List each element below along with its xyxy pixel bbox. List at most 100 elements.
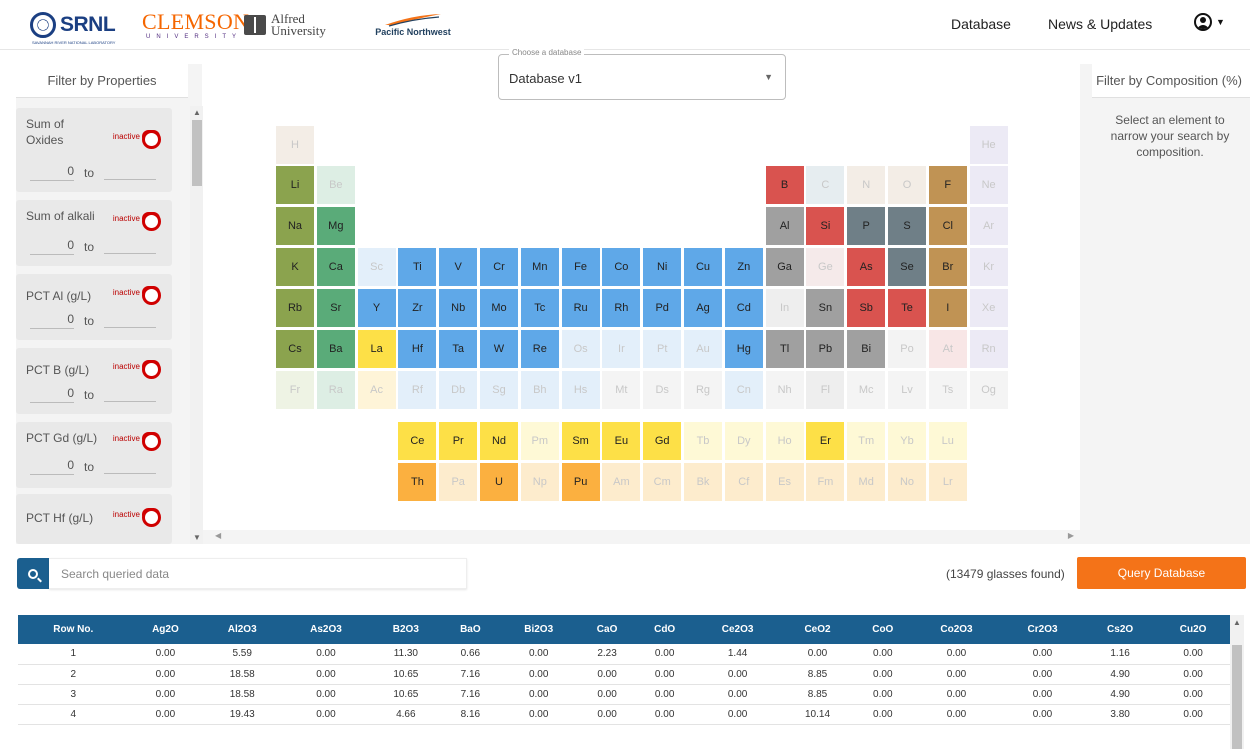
element-fe[interactable]: Fe xyxy=(560,247,601,287)
srnl-logo[interactable]: SRNL SAVANNAH RIVER NATIONAL LABORATORY xyxy=(30,8,128,45)
table-row[interactable]: 4 0.00 19.43 0.00 4.66 8.16 0.00 0.00 0.00 0.00 10… xyxy=(18,704,1230,725)
range-max-input[interactable] xyxy=(104,165,157,180)
element-zr[interactable]: Zr xyxy=(397,288,438,328)
element-ce[interactable]: Ce xyxy=(397,421,438,461)
element-pm[interactable]: Pm xyxy=(519,421,560,461)
column-header[interactable]: Ce2O3 xyxy=(693,615,782,644)
element-fr[interactable]: Fr xyxy=(275,370,315,410)
element-ra[interactable]: Ra xyxy=(315,370,356,410)
element-mn[interactable]: Mn xyxy=(519,247,560,287)
periodic-table-hscrollbar[interactable]: ◀ ▶ xyxy=(203,530,1080,544)
element-u[interactable]: U xyxy=(479,462,519,502)
element-cn[interactable]: Cn xyxy=(723,370,764,410)
element-ds[interactable]: Ds xyxy=(642,370,683,410)
column-header[interactable]: Row No. xyxy=(18,615,129,644)
element-mt[interactable]: Mt xyxy=(601,370,642,410)
element-hs[interactable]: Hs xyxy=(560,370,601,410)
column-header[interactable]: CeO2 xyxy=(781,615,854,644)
range-min-input[interactable]: 0 xyxy=(30,164,74,181)
element-au[interactable]: Au xyxy=(683,329,723,369)
range-max-input[interactable] xyxy=(104,239,157,254)
element-gd[interactable]: Gd xyxy=(642,421,683,461)
clemson-logo[interactable]: CLEMSON UNIVERSITY xyxy=(142,8,249,42)
element-er[interactable]: Er xyxy=(805,421,846,461)
element-p[interactable]: P xyxy=(846,206,887,246)
element-md[interactable]: Md xyxy=(846,462,887,502)
alfred-logo[interactable]: Alfred University xyxy=(244,8,340,42)
scroll-down-arrow-icon[interactable]: ▼ xyxy=(193,533,201,542)
column-header[interactable]: Cr2O3 xyxy=(1001,615,1084,644)
scrollbar-thumb[interactable] xyxy=(192,120,202,186)
element-nd[interactable]: Nd xyxy=(479,421,519,461)
element-h[interactable]: H xyxy=(275,125,315,165)
range-min-input[interactable]: 0 xyxy=(30,386,74,403)
element-fl[interactable]: Fl xyxy=(805,370,846,410)
element-ta[interactable]: Ta xyxy=(438,329,479,369)
column-header[interactable]: CaO xyxy=(578,615,636,644)
element-tc[interactable]: Tc xyxy=(519,288,560,328)
filter-toggle[interactable]: inactive xyxy=(113,130,161,149)
element-pu[interactable]: Pu xyxy=(560,462,601,502)
element-sn[interactable]: Sn xyxy=(805,288,846,328)
column-header[interactable]: Co2O3 xyxy=(911,615,1002,644)
element-b[interactable]: B xyxy=(764,165,805,205)
element-k[interactable]: K xyxy=(275,247,315,287)
table-row[interactable]: 1 0.00 5.59 0.00 11.30 0.66 0.00 2.23 0.00 1.44 0.… xyxy=(18,644,1230,665)
element-sr[interactable]: Sr xyxy=(315,288,356,328)
scroll-right-arrow-icon[interactable]: ▶ xyxy=(1068,531,1074,540)
element-am[interactable]: Am xyxy=(601,462,642,502)
element-cm[interactable]: Cm xyxy=(642,462,683,502)
element-bk[interactable]: Bk xyxy=(683,462,723,502)
element-ne[interactable]: Ne xyxy=(968,165,1009,205)
element-nh[interactable]: Nh xyxy=(764,370,805,410)
element-cr[interactable]: Cr xyxy=(479,247,519,287)
element-ba[interactable]: Ba xyxy=(315,329,356,369)
database-select[interactable]: Choose a database Database v1 ▼ xyxy=(498,48,786,100)
element-c[interactable]: C xyxy=(805,165,846,205)
element-ir[interactable]: Ir xyxy=(601,329,642,369)
element-sb[interactable]: Sb xyxy=(846,288,887,328)
element-tl[interactable]: Tl xyxy=(764,329,805,369)
scroll-up-arrow-icon[interactable]: ▲ xyxy=(1233,618,1241,627)
filter-toggle[interactable]: inactive xyxy=(113,212,161,231)
element-ni[interactable]: Ni xyxy=(642,247,683,287)
element-n[interactable]: N xyxy=(846,165,887,205)
element-nb[interactable]: Nb xyxy=(438,288,479,328)
element-w[interactable]: W xyxy=(479,329,519,369)
element-th[interactable]: Th xyxy=(397,462,438,502)
element-la[interactable]: La xyxy=(356,329,397,369)
column-header[interactable]: As2O3 xyxy=(282,615,370,644)
element-he[interactable]: He xyxy=(968,125,1009,165)
nav-news-link[interactable]: News & Updates xyxy=(1048,16,1152,32)
table-scrollbar[interactable]: ▲ xyxy=(1230,615,1244,749)
element-hg[interactable]: Hg xyxy=(723,329,764,369)
element-tb[interactable]: Tb xyxy=(683,421,723,461)
range-max-input[interactable] xyxy=(104,387,157,402)
element-ac[interactable]: Ac xyxy=(356,370,397,410)
element-ag[interactable]: Ag xyxy=(683,288,723,328)
element-dy[interactable]: Dy xyxy=(723,421,764,461)
element-ts[interactable]: Ts xyxy=(927,370,968,410)
element-ar[interactable]: Ar xyxy=(968,206,1009,246)
column-header[interactable]: CoO xyxy=(853,615,912,644)
range-max-input[interactable] xyxy=(104,313,157,328)
element-bi[interactable]: Bi xyxy=(846,329,887,369)
element-li[interactable]: Li xyxy=(275,165,315,205)
element-np[interactable]: Np xyxy=(519,462,560,502)
element-hf[interactable]: Hf xyxy=(397,329,438,369)
element-xe[interactable]: Xe xyxy=(968,288,1009,328)
element-no[interactable]: No xyxy=(887,462,927,502)
element-lu[interactable]: Lu xyxy=(927,421,968,461)
element-o[interactable]: O xyxy=(887,165,927,205)
element-rg[interactable]: Rg xyxy=(683,370,723,410)
element-cl[interactable]: Cl xyxy=(927,206,968,246)
element-in[interactable]: In xyxy=(764,288,805,328)
element-rb[interactable]: Rb xyxy=(275,288,315,328)
column-header[interactable]: Bi2O3 xyxy=(498,615,579,644)
column-header[interactable]: B2O3 xyxy=(369,615,442,644)
element-na[interactable]: Na xyxy=(275,206,315,246)
element-si[interactable]: Si xyxy=(805,206,846,246)
column-header[interactable]: Al2O3 xyxy=(202,615,283,644)
scrollbar-thumb[interactable] xyxy=(1232,645,1242,749)
filter-toggle[interactable]: inactive xyxy=(113,432,161,451)
